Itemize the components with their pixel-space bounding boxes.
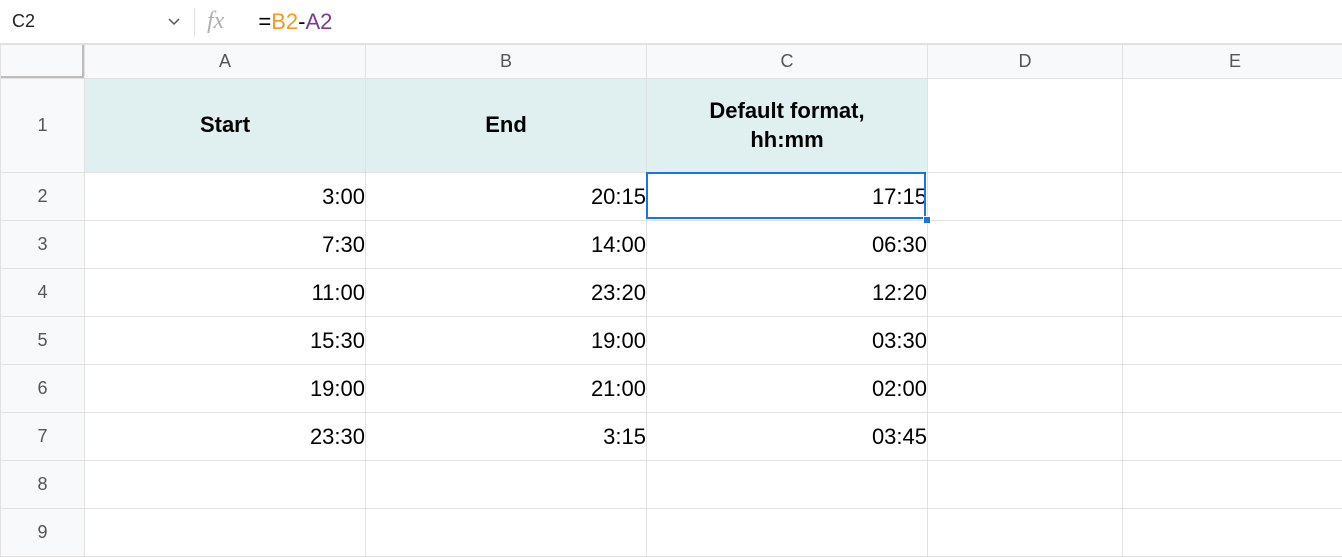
select-all-corner[interactable] bbox=[1, 45, 85, 79]
row-4: 4 11:00 23:20 12:20 bbox=[1, 269, 1342, 317]
cell-E5[interactable] bbox=[1123, 317, 1342, 365]
row-head-3[interactable]: 3 bbox=[1, 221, 85, 269]
formula-minus: - bbox=[298, 9, 305, 35]
row-head-5[interactable]: 5 bbox=[1, 317, 85, 365]
row-2: 2 3:00 20:15 17:15 bbox=[1, 173, 1342, 221]
cell-E8[interactable] bbox=[1123, 461, 1342, 509]
cell-C9[interactable] bbox=[647, 509, 928, 557]
name-box-text: C2 bbox=[12, 11, 168, 32]
cell-C2[interactable]: 17:15 bbox=[647, 173, 928, 221]
fx-icon[interactable]: fx bbox=[207, 8, 224, 35]
cell-A7[interactable]: 23:30 bbox=[85, 413, 366, 461]
cell-C6[interactable]: 02:00 bbox=[647, 365, 928, 413]
col-head-E[interactable]: E bbox=[1123, 45, 1342, 79]
cell-E1[interactable] bbox=[1123, 79, 1342, 173]
cell-A4[interactable]: 11:00 bbox=[85, 269, 366, 317]
cell-A3[interactable]: 7:30 bbox=[85, 221, 366, 269]
cell-D2[interactable] bbox=[928, 173, 1123, 221]
formula-input[interactable]: =B2-A2 bbox=[258, 9, 332, 35]
cell-E3[interactable] bbox=[1123, 221, 1342, 269]
cell-A8[interactable] bbox=[85, 461, 366, 509]
cell-A9[interactable] bbox=[85, 509, 366, 557]
col-head-A[interactable]: A bbox=[85, 45, 366, 79]
row-head-6[interactable]: 6 bbox=[1, 365, 85, 413]
column-header-row: A B C D E bbox=[1, 45, 1342, 79]
cell-D3[interactable] bbox=[928, 221, 1123, 269]
cell-B4[interactable]: 23:20 bbox=[366, 269, 647, 317]
row-head-2[interactable]: 2 bbox=[1, 173, 85, 221]
cell-B2[interactable]: 20:15 bbox=[366, 173, 647, 221]
cell-A5[interactable]: 15:30 bbox=[85, 317, 366, 365]
cell-C8[interactable] bbox=[647, 461, 928, 509]
cell-B5[interactable]: 19:00 bbox=[366, 317, 647, 365]
row-9: 9 bbox=[1, 509, 1342, 557]
row-8: 8 bbox=[1, 461, 1342, 509]
formula-bar: C2 fx =B2-A2 bbox=[0, 0, 1342, 44]
cell-B7[interactable]: 3:15 bbox=[366, 413, 647, 461]
row-head-8[interactable]: 8 bbox=[1, 461, 85, 509]
cell-C7[interactable]: 03:45 bbox=[647, 413, 928, 461]
chevron-down-icon[interactable] bbox=[168, 18, 180, 26]
row-head-7[interactable]: 7 bbox=[1, 413, 85, 461]
cell-C3[interactable]: 06:30 bbox=[647, 221, 928, 269]
col-head-C[interactable]: C bbox=[647, 45, 928, 79]
cell-A6[interactable]: 19:00 bbox=[85, 365, 366, 413]
cell-E4[interactable] bbox=[1123, 269, 1342, 317]
cell-D4[interactable] bbox=[928, 269, 1123, 317]
cell-D6[interactable] bbox=[928, 365, 1123, 413]
cell-A1[interactable]: Start bbox=[85, 79, 366, 173]
divider bbox=[194, 8, 195, 36]
name-box[interactable]: C2 bbox=[8, 0, 188, 43]
col-head-B[interactable]: B bbox=[366, 45, 647, 79]
col-head-D[interactable]: D bbox=[928, 45, 1123, 79]
cell-E7[interactable] bbox=[1123, 413, 1342, 461]
cell-B6[interactable]: 21:00 bbox=[366, 365, 647, 413]
cell-C4[interactable]: 12:20 bbox=[647, 269, 928, 317]
cell-D7[interactable] bbox=[928, 413, 1123, 461]
formula-ref1: B2 bbox=[271, 9, 298, 35]
cell-B1[interactable]: End bbox=[366, 79, 647, 173]
cell-E6[interactable] bbox=[1123, 365, 1342, 413]
cell-B8[interactable] bbox=[366, 461, 647, 509]
cell-E9[interactable] bbox=[1123, 509, 1342, 557]
cell-D5[interactable] bbox=[928, 317, 1123, 365]
row-5: 5 15:30 19:00 03:30 bbox=[1, 317, 1342, 365]
cell-B3[interactable]: 14:00 bbox=[366, 221, 647, 269]
cell-B9[interactable] bbox=[366, 509, 647, 557]
cell-D8[interactable] bbox=[928, 461, 1123, 509]
row-head-9[interactable]: 9 bbox=[1, 509, 85, 557]
cell-D1[interactable] bbox=[928, 79, 1123, 173]
row-head-1[interactable]: 1 bbox=[1, 79, 85, 173]
cell-A2[interactable]: 3:00 bbox=[85, 173, 366, 221]
row-head-4[interactable]: 4 bbox=[1, 269, 85, 317]
cell-C5[interactable]: 03:30 bbox=[647, 317, 928, 365]
row-6: 6 19:00 21:00 02:00 bbox=[1, 365, 1342, 413]
formula-ref2: A2 bbox=[305, 9, 332, 35]
cell-C1[interactable]: Default format, hh:mm bbox=[647, 79, 928, 173]
spreadsheet-grid[interactable]: A B C D E 1 Start End Default format, hh… bbox=[0, 44, 1342, 557]
cell-E2[interactable] bbox=[1123, 173, 1342, 221]
row-7: 7 23:30 3:15 03:45 bbox=[1, 413, 1342, 461]
row-3: 3 7:30 14:00 06:30 bbox=[1, 221, 1342, 269]
selection-fill-handle[interactable] bbox=[923, 216, 931, 224]
row-1: 1 Start End Default format, hh:mm bbox=[1, 79, 1342, 173]
cell-D9[interactable] bbox=[928, 509, 1123, 557]
formula-eq: = bbox=[258, 9, 271, 35]
